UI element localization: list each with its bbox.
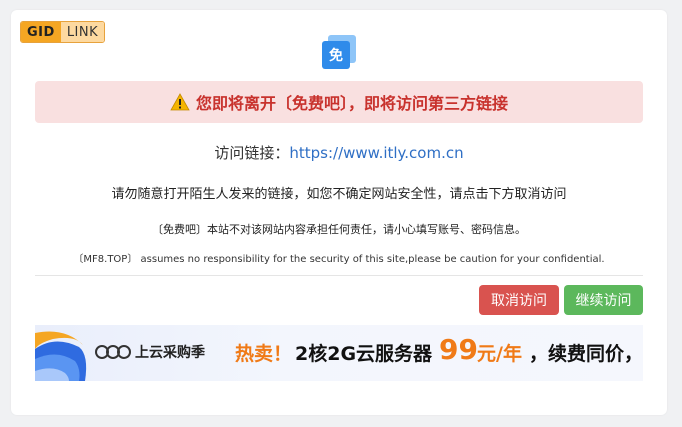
logo-gid: GID — [21, 22, 61, 42]
target-url-link[interactable]: https://www.itly.com.cn — [289, 144, 463, 162]
warning-icon — [170, 93, 190, 111]
divider — [35, 275, 643, 276]
alert-text: 您即将离开〔免费吧〕，即将访问第三方链接 — [195, 94, 508, 113]
disclaimer-english: 〔MF8.TOP〕 assumes no responsibility for … — [73, 254, 605, 265]
banner-price: 99 — [439, 333, 478, 366]
banner-brand: 上云采购季 — [95, 342, 205, 362]
cancel-visit-button[interactable]: 取消访问 — [479, 285, 559, 315]
cloud-brand-icon — [95, 344, 131, 360]
banner-brand-text: 上云采购季 — [135, 345, 205, 361]
disclaimer-chinese: 〔免费吧〕本站不对该网站内容承担任何责任，请小心填写账号、密码信息。 — [152, 223, 526, 236]
banner-tail-text: ，续费同价， — [529, 343, 643, 365]
safety-notice: 请勿随意打开陌生人发来的链接，如您不确定网站安全性，请点击下方取消访问 — [111, 187, 567, 202]
visit-link-line: 访问链接：https://www.itly.com.cn — [11, 142, 667, 163]
banner-hot-label: 热卖！ — [235, 343, 293, 365]
ad-banner[interactable]: 上云采购季 热卖！ 2核2G云服务器 99 元/年 ，续费同价， — [35, 325, 643, 381]
continue-visit-button[interactable]: 继续访问 — [564, 285, 643, 315]
banner-price-unit: 元/年 — [477, 343, 522, 365]
site-favicon-icon: 免 — [322, 35, 356, 69]
gidlink-logo[interactable]: GID LINK — [20, 21, 106, 43]
banner-swoosh-graphic — [35, 331, 87, 381]
logo-link: LINK — [60, 22, 105, 42]
visit-label: 访问链接： — [214, 144, 290, 162]
banner-promo-text: 2核2G云服务器 — [295, 343, 433, 365]
redirect-card: GID LINK 免 您即将离开〔免费吧〕，即将访问第三方链接 访问链接：htt… — [11, 10, 667, 415]
favicon-front: 免 — [322, 41, 350, 69]
leaving-alert: 您即将离开〔免费吧〕，即将访问第三方链接 — [35, 81, 643, 123]
